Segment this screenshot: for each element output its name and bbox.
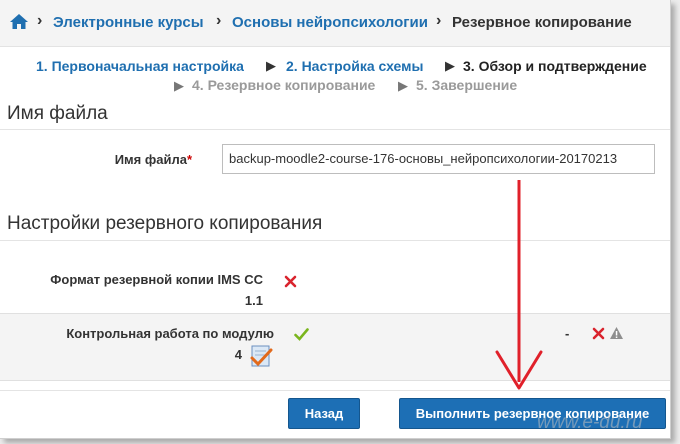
- module-dash: -: [565, 326, 570, 341]
- step-complete: 5. Завершение: [416, 77, 518, 93]
- divider: [0, 390, 670, 391]
- file-name-input[interactable]: backup-moodle2-course-176-основы_нейропс…: [222, 144, 655, 174]
- breadcrumb-separator: ›: [436, 12, 442, 29]
- required-mark: *: [186, 152, 192, 167]
- breadcrumb-separator: ›: [216, 12, 222, 29]
- back-button[interactable]: Назад: [288, 398, 360, 429]
- check-icon: [294, 328, 309, 346]
- ims-cc-label-version: 1.1: [244, 293, 263, 308]
- step-initial-settings[interactable]: 1. Первоначальная настройка: [36, 58, 244, 74]
- module-label-number: 4: [234, 347, 242, 362]
- file-name-label: Имя файла*: [115, 152, 192, 167]
- cross-icon: [284, 275, 297, 293]
- divider: [0, 240, 670, 241]
- step-arrow-icon: ▶: [445, 58, 455, 73]
- step-backup: 4. Резервное копирование: [192, 77, 376, 93]
- breadcrumb: › Электронные курсы › Основы нейропсихол…: [0, 0, 670, 47]
- divider: [0, 129, 670, 130]
- watermark: www.e-du.ru: [537, 412, 643, 433]
- home-icon[interactable]: [9, 13, 29, 35]
- warning-icon: [609, 326, 624, 345]
- cross-icon: [592, 327, 605, 345]
- module-label: Контрольная работа по модулю: [66, 326, 274, 341]
- breadcrumb-item-course[interactable]: Основы нейропсихологии: [232, 14, 428, 31]
- step-arrow-icon: ▶: [174, 78, 184, 93]
- step-arrow-icon: ▶: [398, 78, 408, 93]
- file-name-label-text: Имя файла: [114, 152, 187, 167]
- quiz-icon: [249, 344, 273, 373]
- breadcrumb-item-courses[interactable]: Электронные курсы: [53, 14, 204, 31]
- step-schema-settings[interactable]: 2. Настройка схемы: [286, 58, 423, 74]
- backup-page: › Электронные курсы › Основы нейропсихол…: [0, 0, 671, 439]
- backup-settings-heading: Настройки резервного копирования: [7, 213, 323, 234]
- file-name-heading: Имя файла: [7, 103, 108, 124]
- breadcrumb-item-current: Резервное копирование: [452, 14, 632, 31]
- module-setting-row: Контрольная работа по модулю 4 -: [0, 313, 670, 381]
- breadcrumb-separator: ›: [37, 12, 43, 29]
- ims-cc-label: Формат резервной копии IMS CC: [50, 272, 263, 287]
- step-review-confirm: 3. Обзор и подтверждение: [463, 58, 647, 74]
- step-arrow-icon: ▶: [266, 58, 276, 73]
